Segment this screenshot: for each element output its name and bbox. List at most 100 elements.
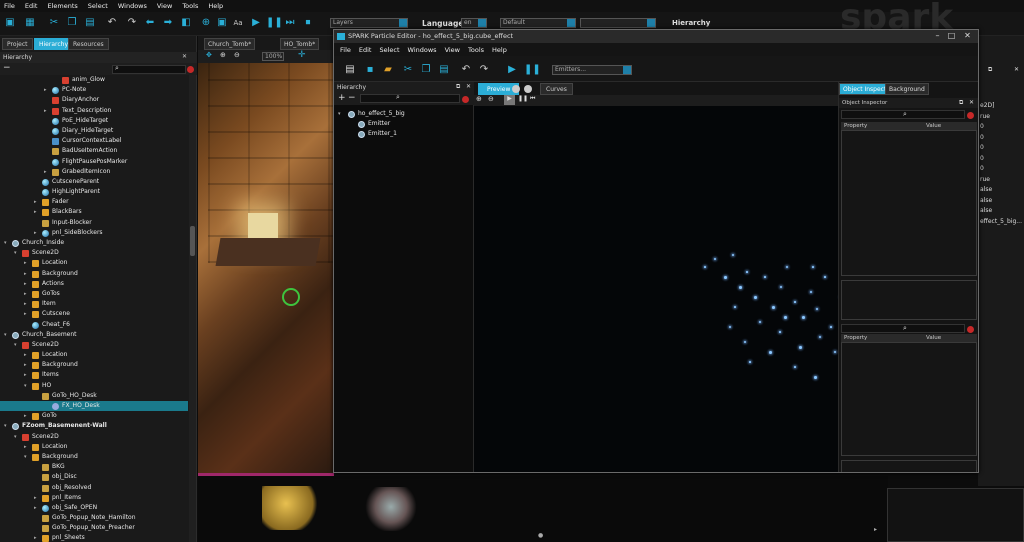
tree-row[interactable]: ▾ HO — [0, 381, 188, 391]
scroll-right-icon[interactable]: ▸ — [874, 526, 877, 533]
tree-row[interactable]: GoTo_Popup_Note_Hamilton — [0, 513, 188, 523]
chevron-right-icon[interactable]: ▸ — [34, 197, 40, 207]
object-icon[interactable]: ▣ — [216, 17, 228, 29]
tree-row[interactable]: obj_Resolved — [0, 483, 188, 493]
tree-row[interactable]: DiaryAnchor — [0, 95, 188, 105]
tree-row[interactable]: ▸ Location — [0, 258, 188, 268]
chevron-right-icon[interactable]: ▸ — [34, 207, 40, 217]
property-grid-2[interactable] — [841, 342, 977, 456]
chevron-down-icon[interactable]: ▾ — [14, 248, 20, 258]
hierarchy-scrollbar[interactable] — [189, 75, 196, 542]
menu-item-help[interactable]: Help — [208, 2, 223, 10]
node-icon[interactable]: ⊕ — [200, 17, 212, 29]
tree-row[interactable]: ▸ GoTo — [0, 411, 188, 421]
tree-row[interactable]: ▸ Items — [0, 370, 188, 380]
default-dropdown[interactable]: Default — [500, 18, 576, 28]
copy-icon[interactable]: ❐ — [66, 17, 78, 29]
property-grid[interactable] — [841, 130, 977, 276]
tree-row[interactable]: ▸ Background — [0, 360, 188, 370]
tree-row[interactable]: ▾ Scene2D — [0, 432, 188, 442]
tree-row[interactable]: ▾ Background — [0, 452, 188, 462]
chevron-down-icon[interactable]: ▾ — [338, 109, 344, 119]
tree-row[interactable]: FX_HO_Desk — [0, 401, 188, 412]
copy-icon[interactable]: ❐ — [420, 64, 432, 76]
language-dropdown[interactable]: en — [461, 18, 487, 28]
pause-icon[interactable]: ❚❚ — [266, 17, 283, 29]
tree-row[interactable]: Input-Blocker — [0, 218, 188, 228]
tree-row[interactable]: ▾ Church_Basement — [0, 330, 188, 340]
tree-row[interactable]: ▸ PC-Note — [0, 85, 188, 95]
selection-gizmo[interactable] — [282, 288, 300, 306]
zoom-in-icon[interactable]: ⊕ — [476, 95, 482, 103]
tree-row[interactable]: Cheat_F6 — [0, 320, 188, 330]
secondary-dropdown[interactable] — [580, 18, 656, 28]
paste-icon[interactable]: ▤ — [84, 17, 96, 29]
tab-background[interactable]: Background — [885, 83, 929, 95]
tree-row[interactable]: BKG — [0, 462, 188, 472]
chevron-right-icon[interactable]: ▸ — [34, 503, 40, 513]
spark-menu-item-select[interactable]: Select — [379, 46, 399, 54]
chevron-right-icon[interactable]: ▸ — [24, 299, 30, 309]
chevron-right-icon[interactable]: ▸ — [24, 309, 30, 319]
tree-row[interactable]: ▸ Item — [0, 299, 188, 309]
chevron-right-icon[interactable]: ▸ — [34, 493, 40, 503]
tree-row[interactable]: ▸ Actions — [0, 279, 188, 289]
chevron-down-icon[interactable]: ▾ — [4, 238, 10, 248]
tree-row[interactable]: ▸ GoTos — [0, 289, 188, 299]
tree-row[interactable]: ▸ GrabedItemIcon — [0, 167, 188, 177]
layers-icon[interactable]: ◧ — [180, 17, 192, 29]
layout-icon[interactable]: ▦ — [24, 17, 36, 29]
cut-icon[interactable]: ✂ — [402, 64, 414, 76]
tree-row[interactable]: FlightPausePosMarker — [0, 157, 188, 167]
collapse-icon[interactable]: − — [3, 64, 11, 73]
emitters-dropdown[interactable]: Emitters... — [552, 65, 632, 75]
clear-search-icon[interactable] — [187, 66, 194, 73]
restart-icon[interactable]: ⏮ — [530, 95, 535, 103]
spark-tree-row[interactable]: Emitter — [334, 119, 474, 129]
spark-menu-item-windows[interactable]: Windows — [408, 46, 437, 54]
tab-church-tomb[interactable]: Church_Tomb* — [204, 38, 256, 50]
panel-close-icon[interactable]: ✕ — [969, 99, 974, 106]
pause-icon[interactable]: ❚❚ — [518, 95, 528, 102]
zoom-out-icon[interactable]: ⊖ — [488, 95, 494, 103]
clear-search-icon[interactable] — [967, 326, 974, 333]
spark-tree-row[interactable]: Emitter_1 — [334, 129, 474, 139]
spark-menu-item-tools[interactable]: Tools — [468, 46, 484, 54]
zoom-in-icon[interactable]: ⊕ — [220, 51, 226, 59]
chevron-right-icon[interactable]: ▸ — [24, 289, 30, 299]
tree-row[interactable]: ▾ Scene2D — [0, 340, 188, 350]
forward-arrow-icon[interactable]: ➡ — [162, 17, 174, 29]
tree-row[interactable]: ▸ Location — [0, 350, 188, 360]
tree-row[interactable]: ▸ pnl_Items — [0, 493, 188, 503]
tree-row[interactable]: ▸ Background — [0, 269, 188, 279]
scroll-icon[interactable]: ● — [538, 532, 543, 539]
chevron-right-icon[interactable]: ▸ — [44, 106, 50, 116]
tree-row[interactable]: ▸ Fader — [0, 197, 188, 207]
add-icon[interactable]: + — [338, 93, 346, 103]
hierarchy-search-input[interactable] — [112, 65, 186, 74]
tree-row[interactable]: CutsceneParent — [0, 177, 188, 187]
tree-row[interactable]: ▾ Scene2D — [0, 248, 188, 258]
zoom-dropdown[interactable]: 100% — [262, 52, 284, 61]
panel-dock-icon[interactable]: ⧉ — [959, 99, 963, 107]
text-tool-icon[interactable]: Aa — [232, 17, 244, 29]
tab-curves[interactable]: Curves — [540, 83, 573, 95]
menu-item-elements[interactable]: Elements — [47, 2, 77, 10]
panel-dock-icon[interactable]: ⧉ — [456, 83, 460, 91]
chevron-right-icon[interactable]: ▸ — [24, 279, 30, 289]
tab-ho-tomb[interactable]: HO_Tomb* — [280, 38, 320, 50]
chevron-right-icon[interactable]: ▸ — [24, 350, 30, 360]
layers-dropdown[interactable]: Layers — [330, 18, 408, 28]
spark-menu-item-edit[interactable]: Edit — [359, 46, 372, 54]
spark-menu-item-view[interactable]: View — [445, 46, 460, 54]
move-icon[interactable]: ✛ — [298, 50, 306, 60]
tree-row[interactable]: GoTo_Popup_Note_Preacher — [0, 523, 188, 533]
chevron-down-icon[interactable]: ▾ — [24, 452, 30, 462]
minimize-icon[interactable]: – — [932, 31, 943, 41]
save-icon[interactable]: ▣ — [4, 17, 16, 29]
tree-row[interactable]: ▸ Cutscene — [0, 309, 188, 319]
menu-item-select[interactable]: Select — [88, 2, 108, 10]
menu-item-file[interactable]: File — [4, 2, 15, 10]
chevron-right-icon[interactable]: ▸ — [44, 167, 50, 177]
tree-row[interactable]: BadUseItemAction — [0, 146, 188, 156]
